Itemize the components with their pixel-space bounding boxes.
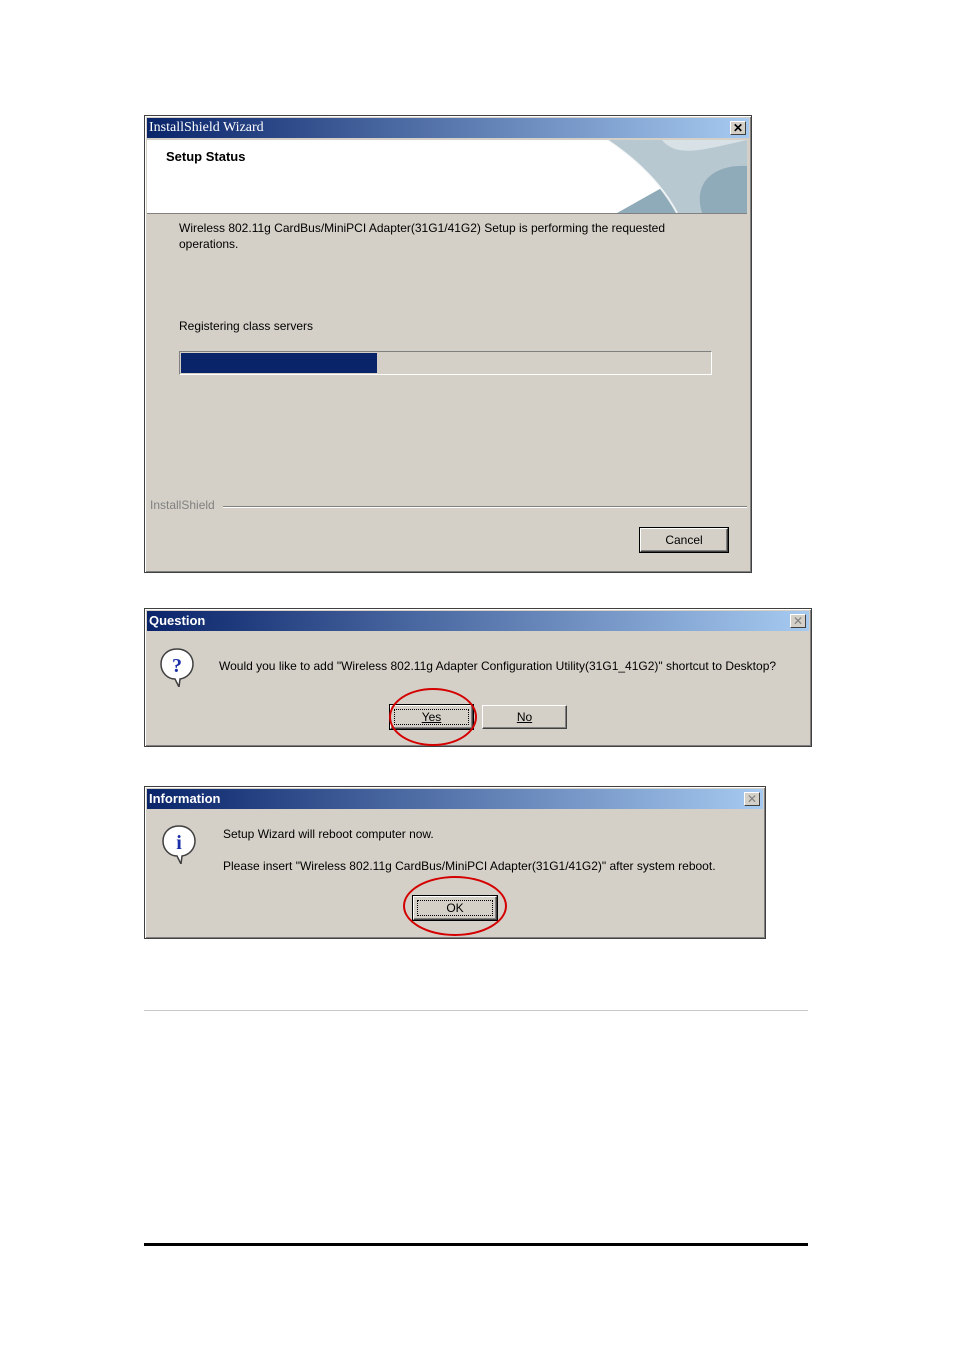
separator-line <box>223 506 747 508</box>
close-icon: ✕ <box>792 614 804 628</box>
svg-text:?: ? <box>172 655 182 677</box>
no-button[interactable]: No <box>482 705 567 729</box>
header-panel: Setup Status <box>147 140 747 214</box>
info-message-line1: Setup Wizard will reboot computer now. <box>223 827 434 841</box>
progress-fill <box>181 353 378 373</box>
info-message-line2: Please insert "Wireless 802.11g CardBus/… <box>223 859 716 873</box>
close-icon: ✕ <box>732 121 744 135</box>
question-icon: ? <box>160 648 194 687</box>
no-label: No <box>516 710 533 724</box>
close-button[interactable]: ✕ <box>790 614 806 628</box>
header-title: Setup Status <box>166 149 246 164</box>
title-bar[interactable]: Question ✕ <box>147 611 809 631</box>
progress-bar <box>179 351 712 375</box>
window-title: InstallShield Wizard <box>149 120 264 135</box>
page-divider-thick <box>144 1243 808 1246</box>
highlight-circle <box>403 876 507 936</box>
setup-message-line1: Wireless 802.11g CardBus/MiniPCI Adapter… <box>179 221 666 235</box>
setup-message-line2: operations. <box>179 237 239 251</box>
close-button[interactable]: ✕ <box>730 121 746 135</box>
window-title: Question <box>149 613 206 628</box>
page-curl-graphic <box>607 140 747 213</box>
status-text: Registering class servers <box>179 319 314 333</box>
svg-text:i: i <box>176 832 182 854</box>
information-icon: i <box>162 825 196 864</box>
question-dialog: Question ✕ ? Would you like to add "Wire… <box>144 608 812 747</box>
installshield-wizard-dialog: InstallShield Wizard ✕ Setup Status Wire… <box>144 115 752 573</box>
window-title: Information <box>149 791 221 806</box>
question-message: Would you like to add "Wireless 802.11g … <box>219 659 777 673</box>
cancel-button[interactable]: Cancel <box>639 527 729 553</box>
close-button[interactable]: ✕ <box>744 792 760 806</box>
title-bar[interactable]: InstallShield Wizard ✕ <box>147 118 749 138</box>
close-icon: ✕ <box>746 792 758 806</box>
cancel-label: Cancel <box>665 533 703 547</box>
information-dialog: Information ✕ i Setup Wizard will reboot… <box>144 786 766 939</box>
title-bar[interactable]: Information ✕ <box>147 789 763 809</box>
highlight-circle <box>389 688 477 746</box>
installshield-brand: InstallShield <box>150 498 215 512</box>
page-divider-thin <box>144 1010 808 1011</box>
